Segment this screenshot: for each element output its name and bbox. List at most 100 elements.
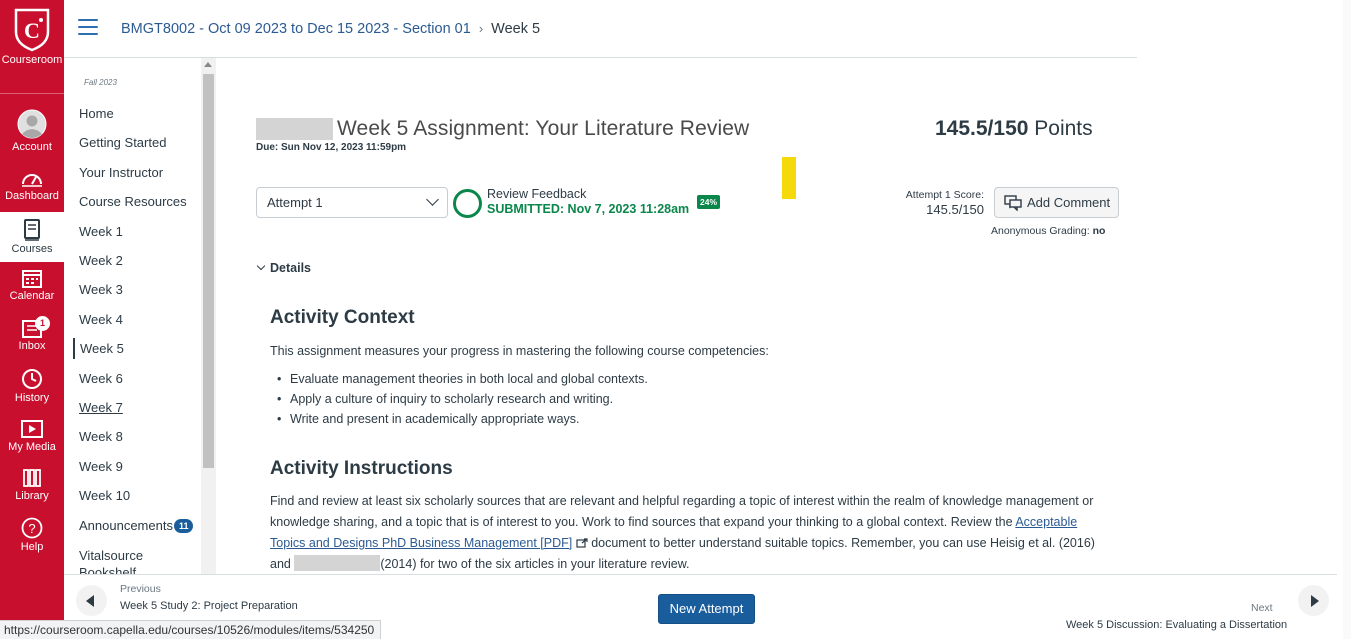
instructions-line-2: knowledge sharing, and a topic that is o… xyxy=(270,512,1077,533)
submission-status-icon xyxy=(453,189,482,218)
points-score: 145.5/150 xyxy=(935,117,1029,140)
acceptable-topics-link[interactable]: Acceptable xyxy=(1015,515,1077,529)
comment-icon xyxy=(1004,195,1022,211)
course-nav-your-instructor[interactable]: Your Instructor xyxy=(79,165,163,180)
chevron-down-icon xyxy=(256,261,266,271)
add-comment-label: Add Comment xyxy=(1027,195,1111,210)
course-nav-course-resources[interactable]: Course Resources xyxy=(79,194,187,209)
instructions-line-1: Find and review at least six scholarly s… xyxy=(270,494,1094,508)
nav-courses[interactable]: Courses xyxy=(0,212,64,262)
nav-help[interactable]: ? Help xyxy=(0,517,64,553)
yellow-highlight-marker xyxy=(782,157,796,199)
nav-dashboard-label: Dashboard xyxy=(5,190,59,202)
attempt-select[interactable]: Attempt 1 xyxy=(256,187,448,218)
instructions-line-3: Topics and Designs PhD Business Manageme… xyxy=(270,533,1095,554)
previous-label: Previous xyxy=(120,583,161,595)
history-icon xyxy=(22,369,42,389)
course-nav-week-3[interactable]: Week 3 xyxy=(79,282,123,297)
nav-my-media-label: My Media xyxy=(8,441,56,453)
course-nav-week-5[interactable]: Week 5 xyxy=(73,338,124,359)
status-bar-url: https://courseroom.capella.edu/courses/1… xyxy=(0,620,382,639)
nav-dashboard[interactable]: Dashboard xyxy=(0,168,64,202)
instructions-line-4: and (2014) for two of the six articles i… xyxy=(270,554,690,575)
context-intro: This assignment measures your progress i… xyxy=(270,344,769,358)
course-nav-getting-started[interactable]: Getting Started xyxy=(79,135,166,150)
list-item: Evaluate management theories in both loc… xyxy=(277,369,648,389)
nav-inbox[interactable]: 1 Inbox xyxy=(0,316,64,352)
courseroom-logo[interactable]: C Courseroom xyxy=(0,6,64,80)
nav-history[interactable]: History xyxy=(0,368,64,404)
hamburger-line xyxy=(78,33,98,35)
instructions-text: (2014) for two of the six articles in yo… xyxy=(380,557,690,571)
breadcrumb-chevron-icon: › xyxy=(478,21,484,36)
hamburger-line xyxy=(78,26,98,28)
library-icon xyxy=(23,469,41,487)
nav-library[interactable]: Library xyxy=(0,468,64,502)
previous-item-title[interactable]: Week 5 Study 2: Project Preparation xyxy=(120,600,298,612)
course-nav-announcements[interactable]: Announcements 11 xyxy=(79,518,194,533)
instructions-text: knowledge sharing, and a topic that is o… xyxy=(270,515,1016,529)
points-total: 145.5/150 Points xyxy=(935,117,1093,141)
instructions-text: and xyxy=(270,557,295,571)
nav-help-label: Help xyxy=(20,541,44,553)
redacted-author xyxy=(294,555,381,571)
dashboard-icon xyxy=(22,174,42,187)
details-toggle[interactable]: Details xyxy=(256,261,311,275)
list-item: Apply a culture of inquiry to scholarly … xyxy=(277,389,648,409)
media-icon xyxy=(21,420,43,438)
breadcrumb: BMGT8002 - Oct 09 2023 to Dec 15 2023 - … xyxy=(121,21,540,37)
chevron-down-icon xyxy=(426,193,439,206)
page-scrollbar[interactable] xyxy=(1343,0,1351,639)
due-date: Due: Sun Nov 12, 2023 11:59pm xyxy=(256,142,407,153)
next-item-title[interactable]: Week 5 Discussion: Evaluating a Disserta… xyxy=(1066,619,1287,631)
instructions-text: document to better understand suitable t… xyxy=(587,536,1095,550)
scroll-up-arrow-icon[interactable] xyxy=(204,62,212,67)
course-nav-week-2[interactable]: Week 2 xyxy=(79,253,123,268)
course-nav-week-6[interactable]: Week 6 xyxy=(79,371,123,386)
course-nav-week-1[interactable]: Week 1 xyxy=(79,224,123,239)
attempt-score-value: 145.5/150 xyxy=(926,202,984,217)
course-nav-home[interactable]: Home xyxy=(79,106,114,121)
course-nav-week-4[interactable]: Week 4 xyxy=(79,312,123,327)
header-divider xyxy=(64,57,1137,58)
nav-inbox-label: Inbox xyxy=(18,340,46,352)
nav-my-media[interactable]: My Media xyxy=(0,419,64,453)
nav-account-label: Account xyxy=(12,141,52,153)
activity-context-heading: Activity Context xyxy=(270,307,415,328)
course-nav-week-9[interactable]: Week 9 xyxy=(79,459,123,474)
svg-text:C: C xyxy=(24,18,40,43)
course-nav-scroll-thumb[interactable] xyxy=(203,74,214,468)
term-label: Fall 2023 xyxy=(84,78,117,87)
nav-account[interactable]: Account xyxy=(0,109,64,153)
logo-label: Courseroom xyxy=(1,54,63,66)
courses-icon xyxy=(24,219,40,241)
course-nav-week-10[interactable]: Week 10 xyxy=(79,488,130,503)
course-nav-week-7[interactable]: Week 7 xyxy=(79,400,123,415)
nav-divider xyxy=(0,93,64,94)
anonymous-grading-value: no xyxy=(1092,225,1106,237)
submitted-status: SUBMITTED: Nov 7, 2023 11:28am xyxy=(487,202,690,216)
acceptable-topics-link-cont[interactable]: Topics and Designs PhD Business Manageme… xyxy=(270,536,572,550)
anonymous-grading: Anonymous Grading: no xyxy=(991,225,1105,237)
nav-calendar-label: Calendar xyxy=(9,290,55,302)
next-button[interactable] xyxy=(1298,585,1329,616)
help-icon: ? xyxy=(21,517,43,539)
new-attempt-button[interactable]: New Attempt xyxy=(658,594,755,624)
points-label: Points xyxy=(1034,117,1093,140)
course-nav-vitalsource[interactable]: Vitalsource Bookshelf xyxy=(79,547,199,574)
similarity-badge[interactable]: 24% xyxy=(697,195,721,209)
breadcrumb-course-link[interactable]: BMGT8002 - Oct 09 2023 to Dec 15 2023 - … xyxy=(121,21,471,37)
add-comment-button[interactable]: Add Comment xyxy=(994,187,1119,218)
nav-library-label: Library xyxy=(15,490,49,502)
svg-text:?: ? xyxy=(28,521,35,536)
review-feedback-link[interactable]: Review Feedback xyxy=(487,187,586,201)
course-nav-week-8[interactable]: Week 8 xyxy=(79,429,123,444)
nav-calendar[interactable]: Calendar xyxy=(0,268,64,302)
previous-button[interactable] xyxy=(76,585,107,616)
assignment-title: Week 5 Assignment: Your Literature Revie… xyxy=(337,117,750,140)
attempt-select-value: Attempt 1 xyxy=(267,195,323,210)
hamburger-icon xyxy=(78,19,98,21)
breadcrumb-current: Week 5 xyxy=(491,21,541,37)
announcements-badge: 11 xyxy=(173,519,194,533)
course-menu-toggle[interactable] xyxy=(78,19,98,37)
